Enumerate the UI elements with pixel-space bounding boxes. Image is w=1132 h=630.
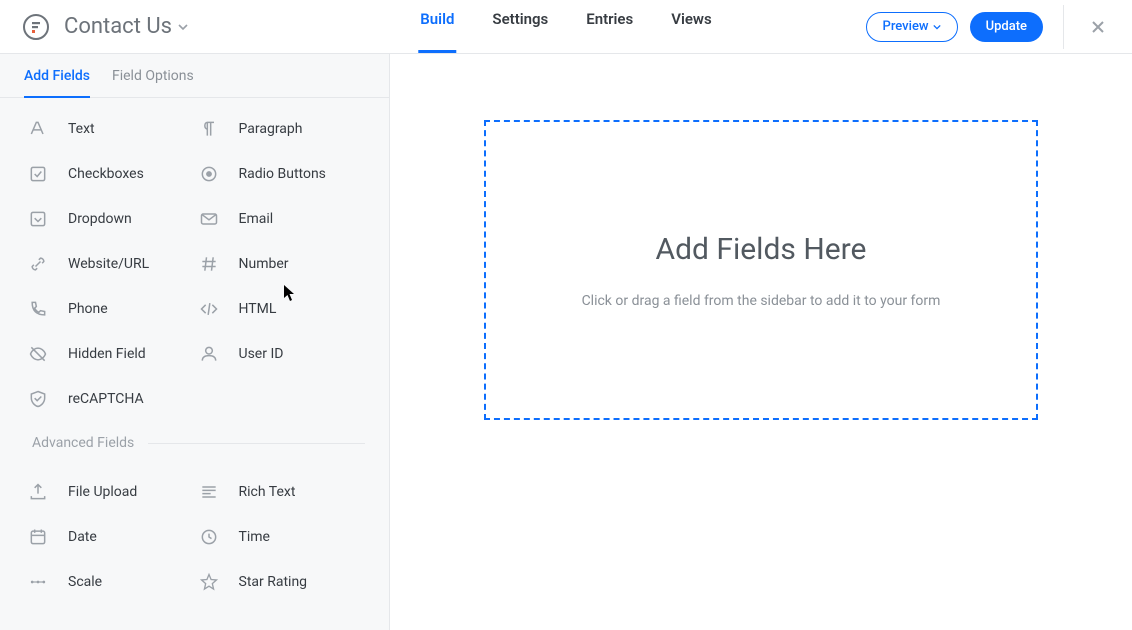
field-label: Checkboxes [68,166,144,182]
field-userid[interactable]: User ID [195,331,366,376]
field-label: Hidden Field [68,346,146,362]
caret-down-icon [178,22,188,32]
divider [1063,5,1064,49]
tab-entries[interactable]: Entries [584,0,635,53]
field-label: Website/URL [68,256,149,272]
dropzone-heading: Add Fields Here [656,232,867,267]
tab-add-fields[interactable]: Add Fields [24,68,90,98]
close-button[interactable] [1084,13,1112,41]
scale-icon [24,572,52,592]
app-header: Contact Us Build Settings Entries Views … [0,0,1132,54]
field-number[interactable]: Number [195,241,366,286]
richtext-icon [195,482,223,502]
field-label: HTML [239,301,277,317]
field-label: Email [239,211,274,227]
eye-off-icon [24,344,52,364]
hash-icon [195,254,223,274]
field-html[interactable]: HTML [195,286,366,331]
app-logo[interactable] [20,11,52,43]
dropzone[interactable]: Add Fields Here Click or drag a field fr… [484,120,1038,420]
advanced-fields-label: Advanced Fields [24,435,134,451]
field-checkboxes[interactable]: Checkboxes [24,151,195,196]
star-icon [195,572,223,592]
main-nav: Build Settings Entries Views [418,0,713,53]
advanced-fields: File Upload Rich Text Date Time Scale St… [0,461,389,604]
tab-field-options[interactable]: Field Options [112,68,194,97]
checkbox-icon [24,164,52,184]
field-email[interactable]: Email [195,196,366,241]
sidebar: Add Fields Field Options Text Paragraph … [0,54,390,630]
field-label: Radio Buttons [239,166,326,182]
field-date[interactable]: Date [24,514,195,559]
field-fileupload[interactable]: File Upload [24,469,195,514]
field-label: Star Rating [239,574,308,590]
dropzone-hint: Click or drag a field from the sidebar t… [582,293,941,309]
header-actions: Preview Update [866,5,1112,49]
clock-icon [195,527,223,547]
field-time[interactable]: Time [195,514,366,559]
field-radio[interactable]: Radio Buttons [195,151,366,196]
field-hidden[interactable]: Hidden Field [24,331,195,376]
form-canvas: Add Fields Here Click or drag a field fr… [390,54,1132,630]
field-scale[interactable]: Scale [24,559,195,604]
radio-icon [195,164,223,184]
field-label: User ID [239,346,284,362]
preview-label: Preview [883,19,929,34]
field-richtext[interactable]: Rich Text [195,469,366,514]
tab-settings[interactable]: Settings [490,0,550,53]
calendar-icon [24,527,52,547]
field-label: Rich Text [239,484,296,500]
tab-views[interactable]: Views [669,0,714,53]
field-label: Dropdown [68,211,132,227]
shield-icon [24,389,52,409]
paragraph-icon [195,119,223,139]
field-label: Paragraph [239,121,303,137]
advanced-fields-divider: Advanced Fields [0,435,389,451]
field-star[interactable]: Star Rating [195,559,366,604]
field-label: reCAPTCHA [68,391,144,407]
field-label: Phone [68,301,108,317]
text-icon [24,119,52,139]
preview-button[interactable]: Preview [866,12,958,42]
field-label: Scale [68,574,102,590]
update-button[interactable]: Update [970,12,1043,42]
field-label: Number [239,256,289,272]
field-text[interactable]: Text [24,106,195,151]
caret-down-icon [933,23,941,31]
field-url[interactable]: Website/URL [24,241,195,286]
field-paragraph[interactable]: Paragraph [195,106,366,151]
email-icon [195,209,223,229]
user-icon [195,344,223,364]
phone-icon [24,299,52,319]
tab-build[interactable]: Build [418,0,456,53]
form-title-menu[interactable]: Contact Us [64,14,188,39]
basic-fields: Text Paragraph Checkboxes Radio Buttons … [0,98,389,421]
field-label: Date [68,529,97,545]
link-icon [24,254,52,274]
field-phone[interactable]: Phone [24,286,195,331]
code-icon [195,299,223,319]
field-dropdown[interactable]: Dropdown [24,196,195,241]
form-title: Contact Us [64,14,172,39]
sidebar-tabs: Add Fields Field Options [0,54,389,98]
field-recaptcha[interactable]: reCAPTCHA [24,376,195,421]
field-label: Text [68,121,95,137]
field-label: Time [239,529,270,545]
dropdown-icon [24,209,52,229]
field-label: File Upload [68,484,137,500]
upload-icon [24,482,52,502]
